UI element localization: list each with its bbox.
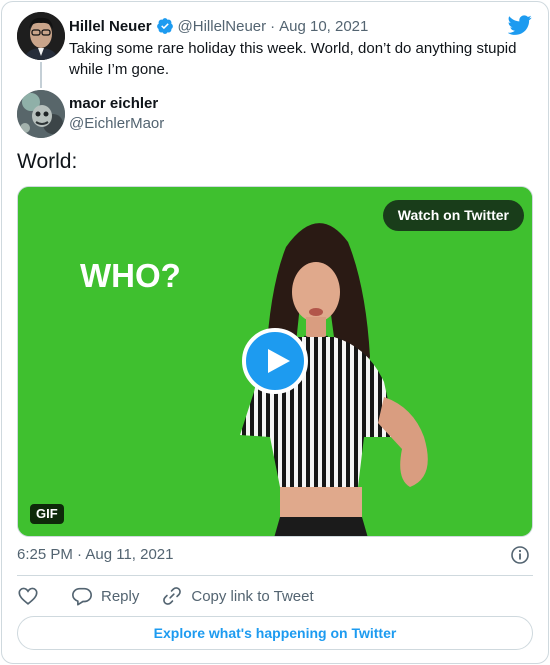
copy-link-button[interactable]: Copy link to Tweet (161, 584, 314, 608)
parent-tweet-date[interactable]: Aug 10, 2021 (279, 18, 368, 35)
avatar[interactable] (17, 90, 65, 138)
reply-button[interactable]: Reply (71, 584, 139, 608)
twitter-bird-icon[interactable] (508, 13, 532, 37)
play-icon (268, 349, 290, 373)
parent-tweet-header: Hillel Neuer @HillelNeuer · Aug 10, 2021 (69, 16, 368, 36)
tweet-text: World: (17, 150, 78, 173)
link-icon (163, 587, 182, 605)
avatar[interactable] (17, 12, 65, 60)
who-overlay-text: WHO? (80, 257, 181, 294)
header-separator: · (270, 17, 276, 35)
gif-badge: GIF (30, 504, 64, 524)
parent-author-handle[interactable]: @HillelNeuer (178, 18, 267, 35)
explore-twitter-button[interactable]: Explore what's happening on Twitter (17, 616, 533, 650)
info-icon[interactable] (510, 545, 530, 565)
tweet-timestamp[interactable]: 6:25 PM · Aug 11, 2021 (17, 545, 174, 565)
reply-icon (72, 587, 92, 606)
verified-badge-icon (156, 18, 173, 34)
parent-author-name[interactable]: Hillel Neuer (69, 18, 152, 35)
tweet-author-handle[interactable]: @EichlerMaor (69, 114, 164, 134)
watch-on-twitter-button[interactable]: Watch on Twitter (382, 200, 524, 231)
copy-link-label: Copy link to Tweet (191, 587, 314, 605)
like-button[interactable] (17, 584, 39, 608)
tweet-actions: Reply Copy link to Tweet (17, 584, 314, 608)
tweet-author-name[interactable]: maor eichler (69, 94, 158, 114)
reply-label: Reply (101, 587, 140, 605)
divider (17, 575, 533, 576)
play-button[interactable] (242, 328, 308, 394)
gif-media[interactable]: WHO? Watch on Twitter GIF (17, 186, 533, 537)
parent-tweet-text: Taking some rare holiday this week. Worl… (69, 40, 517, 78)
heart-icon (18, 587, 38, 605)
thread-connector-line (40, 62, 42, 88)
